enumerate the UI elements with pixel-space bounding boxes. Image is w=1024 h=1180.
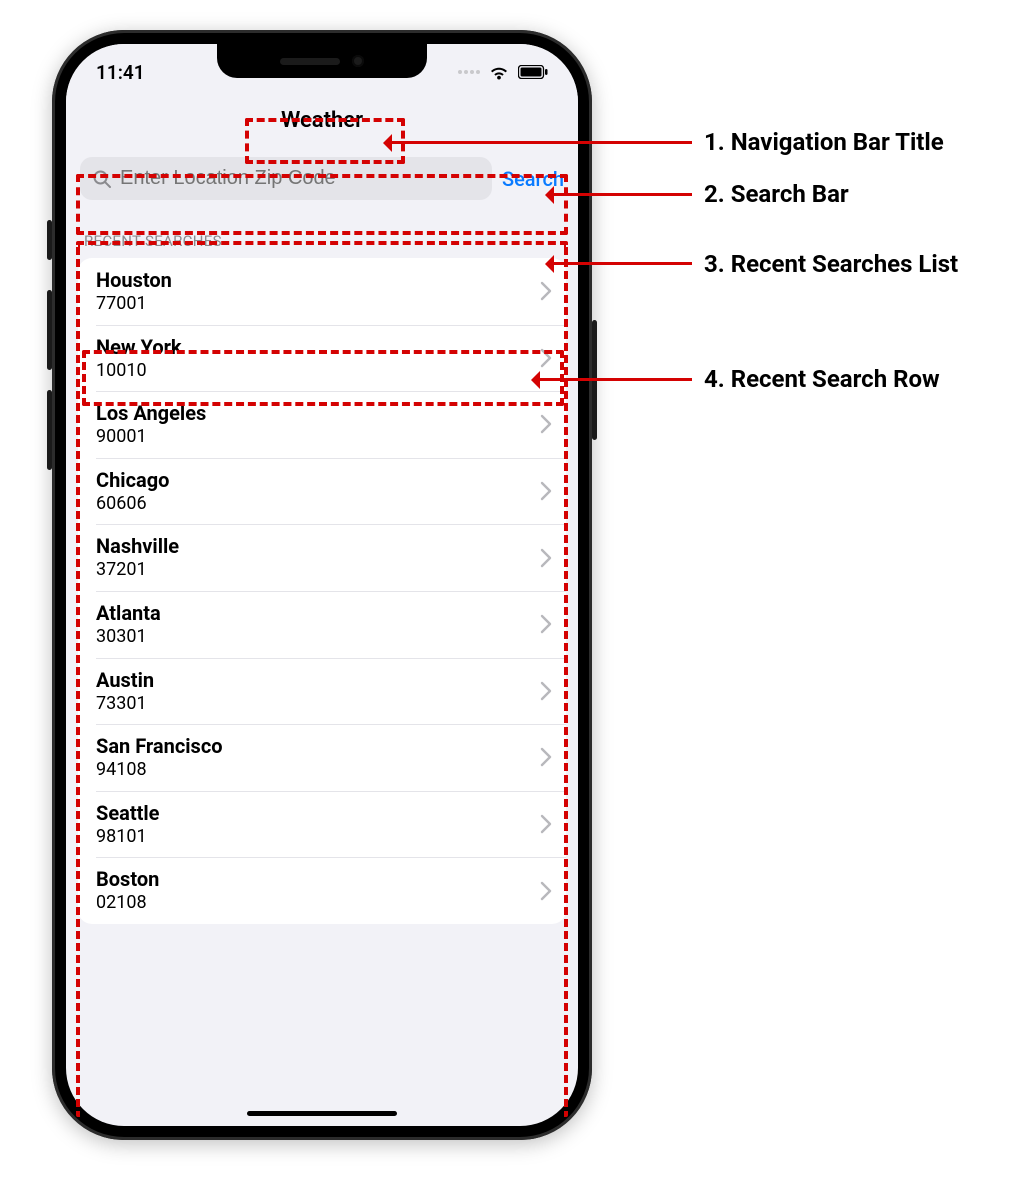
recent-search-zip: 02108 [96,892,540,914]
recent-search-row[interactable]: Nashville37201 [78,524,566,591]
speaker-grill [280,58,340,65]
recent-search-row[interactable]: Chicago60606 [78,458,566,525]
front-camera [352,55,364,67]
chevron-right-icon [540,414,552,434]
recent-search-city: Atlanta [96,601,540,626]
annotation-label: 3. Recent Searches List [704,250,958,278]
page-title: Weather [281,108,363,133]
recent-search-zip: 30301 [96,626,540,648]
recent-search-zip: 90001 [96,426,540,448]
recent-searches-list: Houston77001New York10010Los Angeles9000… [78,258,566,924]
cell-dots-icon [458,70,480,74]
recent-search-city: Austin [96,668,540,693]
annotation-arrow [540,378,692,381]
recent-searches-header: RECENT SEARCHES [66,214,578,258]
recent-search-city: Houston [96,268,540,293]
chevron-right-icon [540,681,552,701]
recent-search-row[interactable]: Boston02108 [78,857,566,924]
recent-search-zip: 73301 [96,693,540,715]
chevron-right-icon [540,614,552,634]
chevron-right-icon [540,281,552,301]
annotation-arrow [554,193,692,196]
search-button[interactable]: Search [502,167,564,191]
phone-side-button [47,220,52,260]
phone-frame: 11:41 [52,30,592,1140]
search-icon [92,169,112,189]
battery-icon [518,65,548,79]
annotation-arrow [554,262,692,265]
wifi-icon [488,64,510,80]
annotation-label: 4. Recent Search Row [704,365,940,393]
search-input[interactable] [120,167,480,190]
recent-search-row[interactable]: Austin73301 [78,658,566,725]
recent-search-zip: 10010 [96,360,540,382]
recent-search-row[interactable]: New York10010 [78,325,566,392]
phone-side-button [47,390,52,470]
recent-search-zip: 77001 [96,293,540,315]
recent-search-zip: 37201 [96,559,540,581]
recent-search-row[interactable]: Houston77001 [78,258,566,325]
recent-search-row[interactable]: Los Angeles90001 [78,391,566,458]
chevron-right-icon [540,548,552,568]
recent-search-city: San Francisco [96,734,540,759]
recent-search-row[interactable]: Seattle98101 [78,791,566,858]
recent-search-city: New York [96,335,540,360]
navigation-bar: Weather [66,100,578,157]
recent-search-zip: 98101 [96,826,540,848]
phone-notch [217,44,427,78]
chevron-right-icon [540,747,552,767]
annotation-label: 1. Navigation Bar Title [704,128,944,156]
recent-search-zip: 94108 [96,759,540,781]
recent-search-city: Chicago [96,468,540,493]
recent-search-city: Nashville [96,534,540,559]
recent-search-city: Seattle [96,801,540,826]
annotation-arrow [392,141,692,144]
phone-side-button [47,290,52,370]
search-field[interactable] [80,157,492,200]
chevron-right-icon [540,814,552,834]
chevron-right-icon [540,881,552,901]
status-time: 11:41 [96,61,145,84]
chevron-right-icon [540,348,552,368]
search-bar: Search [66,157,578,214]
recent-search-city: Los Angeles [96,401,540,426]
recent-search-row[interactable]: Atlanta30301 [78,591,566,658]
recent-search-row[interactable]: San Francisco94108 [78,724,566,791]
recent-search-city: Boston [96,867,540,892]
annotation-label: 2. Search Bar [704,180,849,208]
recent-search-zip: 60606 [96,493,540,515]
chevron-right-icon [540,481,552,501]
home-indicator [247,1111,397,1116]
phone-screen: 11:41 [66,44,578,1126]
